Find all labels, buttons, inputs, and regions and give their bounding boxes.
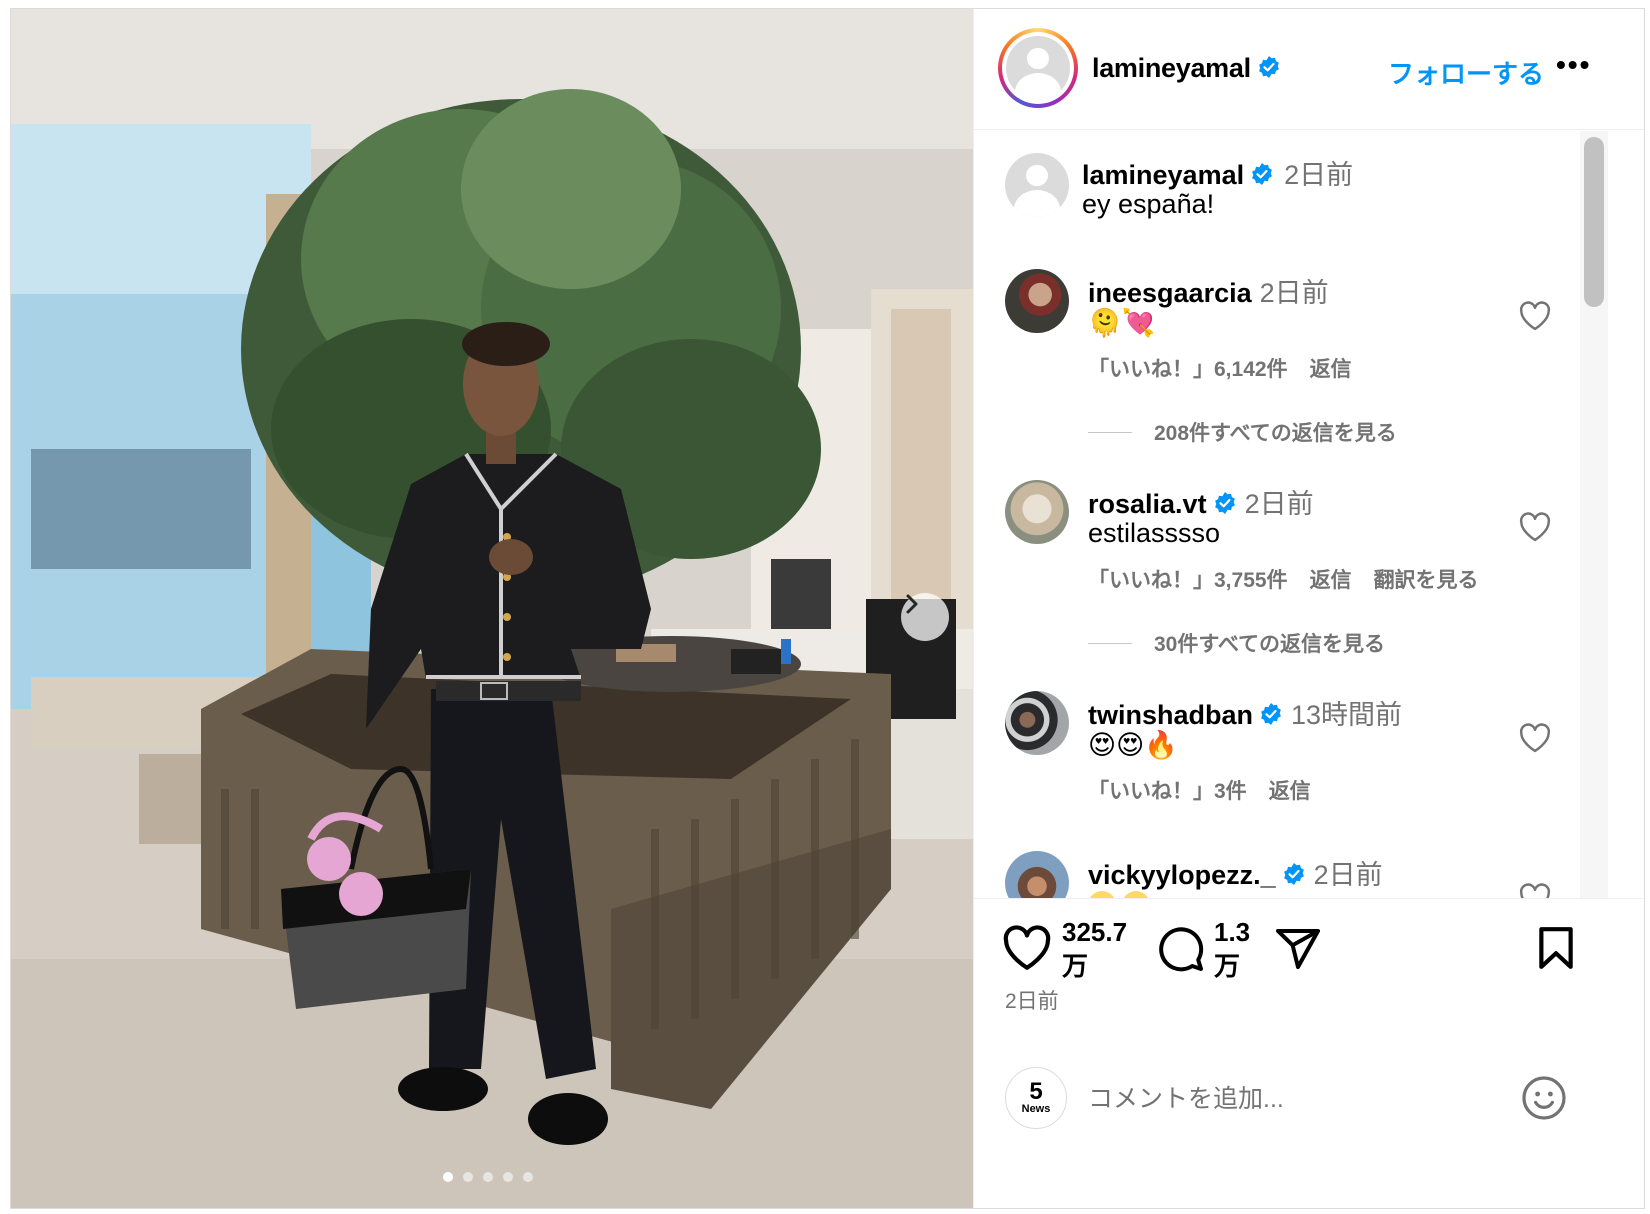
heart-icon[interactable] [1518, 512, 1552, 542]
post-photo[interactable] [11, 9, 973, 1208]
comment-username-line: rosalia.vt 2日前 [1088, 482, 1314, 521]
comment-meta: 「いいね！」6,142件 返信 [1088, 353, 1374, 383]
author-avatar[interactable] [1006, 36, 1070, 100]
verified-badge-icon [1214, 491, 1235, 514]
comment-meta: 「いいね！」3件 返信 [1088, 775, 1333, 805]
comment-username[interactable]: ineesgaarcia [1088, 278, 1252, 308]
photo-illustration [11, 9, 973, 1208]
comment-count-number: 1.3 [1214, 917, 1251, 947]
commenter-avatar[interactable] [1005, 691, 1069, 755]
heart-icon[interactable] [1518, 301, 1552, 331]
commenter-avatar[interactable] [1005, 269, 1069, 333]
view-replies-button[interactable]: 208件すべての返信を見る [1088, 417, 1397, 447]
comment-meta: 「いいね！」3,755件 返信 翻訳を見る [1088, 564, 1501, 594]
like-count[interactable]: 325.7 万 [1062, 915, 1127, 983]
instagram-post-modal: lamineyamal フォローする ••• lamineyamal 2日前 ey… [10, 8, 1645, 1209]
caption-username[interactable]: lamineyamal [1082, 160, 1244, 190]
comment-time: 2日前 [1244, 489, 1314, 519]
more-options-button[interactable]: ••• [1556, 49, 1591, 81]
caption-time: 2日前 [1284, 160, 1354, 190]
comment-bubble-icon[interactable] [1157, 925, 1205, 973]
post-header: lamineyamal フォローする ••• [974, 9, 1644, 130]
view-replies-button[interactable]: 30件すべての返信を見る [1088, 628, 1385, 658]
verified-badge-icon [1283, 862, 1304, 885]
carousel-dot [503, 1172, 513, 1182]
like-count-unit: 万 [1062, 951, 1089, 981]
comment-time: 2日前 [1259, 278, 1329, 308]
carousel-dot [443, 1172, 453, 1182]
author-username[interactable]: lamineyamal [1092, 53, 1251, 83]
caption-avatar[interactable] [1005, 153, 1069, 217]
account-logo-text: News [1021, 1103, 1051, 1115]
smiley-icon[interactable] [1520, 1074, 1568, 1122]
scrollbar-thumb[interactable] [1584, 137, 1604, 307]
author-username-line[interactable]: lamineyamal [1092, 53, 1281, 84]
account-logo-number: 5 [1029, 1078, 1043, 1105]
comment-time: 13時間前 [1291, 700, 1403, 730]
carousel-indicator [443, 1172, 533, 1182]
paper-plane-icon[interactable] [1274, 925, 1322, 973]
comment-username-line: vickyylopezz._ 2日前 [1088, 853, 1383, 892]
like-count-number: 325.7 [1062, 917, 1128, 947]
carousel-next-button[interactable] [901, 593, 949, 641]
comment-username-line: twinshadban 13時間前 [1088, 693, 1402, 732]
comment-text: 🫠💘 [1088, 308, 1156, 339]
comment-username[interactable]: vickyylopezz._ [1088, 860, 1276, 890]
bookmark-icon[interactable] [1534, 925, 1578, 971]
heart-icon[interactable] [1518, 883, 1552, 898]
current-account-avatar[interactable]: 5 News [1005, 1067, 1067, 1129]
post-timestamp[interactable]: 2日前 [1005, 985, 1059, 1015]
verified-badge-icon [1258, 55, 1279, 78]
comment-text-clipped [1088, 891, 1158, 898]
comment-likes[interactable]: 「いいね！」3,755件 [1088, 569, 1288, 592]
follow-button[interactable]: フォローする [1388, 54, 1544, 91]
comment-count[interactable]: 1.3 万 [1214, 915, 1250, 983]
heart-icon[interactable] [1518, 723, 1552, 753]
caption-username-line: lamineyamal 2日前 [1082, 153, 1353, 192]
comment-username-line: ineesgaarcia 2日前 [1088, 271, 1329, 310]
chevron-right-icon [906, 594, 918, 614]
verified-badge-icon [1252, 162, 1272, 185]
comment-count-unit: 万 [1214, 951, 1241, 981]
carousel-dot [483, 1172, 493, 1182]
view-replies-label: 30件すべての返信を見る [1154, 633, 1386, 656]
reply-button[interactable]: 返信 [1310, 358, 1352, 381]
comments-list[interactable]: lamineyamal 2日前 ey españa! ineesgaarcia 2日… [974, 131, 1644, 898]
view-replies-label: 208件すべての返信を見る [1154, 422, 1397, 445]
carousel-dot [463, 1172, 473, 1182]
commenter-avatar[interactable] [1005, 851, 1069, 898]
comment-time: 2日前 [1313, 860, 1383, 890]
reply-button[interactable]: 返信 [1310, 569, 1352, 592]
heart-icon[interactable] [1002, 925, 1052, 971]
caption-text: ey españa! [1082, 189, 1215, 219]
reply-button[interactable]: 返信 [1269, 780, 1311, 803]
comment-text: 😍😍🔥 [1088, 730, 1178, 761]
verified-badge-icon [1261, 702, 1281, 725]
commenter-avatar[interactable] [1005, 480, 1069, 544]
see-translation-button[interactable]: 翻訳を見る [1374, 569, 1479, 592]
carousel-dot [523, 1172, 533, 1182]
comment-username[interactable]: rosalia.vt [1088, 489, 1207, 519]
comment-likes[interactable]: 「いいね！」6,142件 [1088, 358, 1288, 381]
story-ring[interactable] [998, 28, 1078, 108]
comment-likes[interactable]: 「いいね！」3件 [1088, 780, 1247, 803]
add-comment-input[interactable] [1088, 1079, 1508, 1119]
comment-username[interactable]: twinshadban [1088, 700, 1253, 730]
action-bar: 325.7 万 1.3 万 2日前 5 News [974, 898, 1644, 1208]
comment-text: estilasssso [1088, 518, 1221, 548]
post-sidebar: lamineyamal フォローする ••• lamineyamal 2日前 ey… [973, 9, 1644, 1208]
